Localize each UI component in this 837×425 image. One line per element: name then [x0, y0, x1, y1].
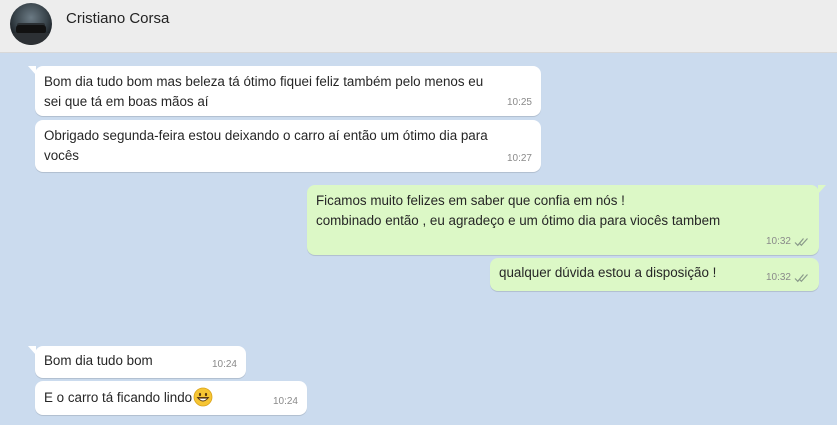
message-bubble-outgoing[interactable]: Ficamos muito felizes em saber que confi…	[307, 185, 826, 255]
message-text: Bom dia tudo bom mas beleza tá ótimo fiq…	[44, 74, 484, 109]
message-meta: 10:25	[507, 93, 532, 113]
message-time: 10:27	[506, 153, 532, 164]
chat-header: Cristiano Corsa	[0, 0, 837, 53]
message-time: 10:32	[765, 272, 791, 283]
message-meta: 10:32	[766, 232, 810, 252]
contact-avatar[interactable]	[10, 3, 52, 45]
message-text: qualquer dúvida estou a disposição !	[499, 265, 717, 280]
message-bubble-incoming[interactable]: E o carro tá ficando lindo 10:24	[35, 381, 307, 415]
message-text-content: E o carro tá ficando lindo	[44, 390, 193, 405]
double-check-icon	[794, 274, 808, 283]
message-time: 10:24	[272, 396, 298, 407]
avatar-car	[16, 25, 46, 33]
message-text: Bom dia tudo bom	[44, 353, 153, 368]
message-meta: 10:24	[273, 392, 298, 412]
message-time: 10:32	[765, 236, 791, 247]
message-text: E o carro tá ficando lindo	[44, 387, 298, 408]
grinning-face-emoji-icon	[193, 387, 213, 407]
message-bubble-outgoing[interactable]: qualquer dúvida estou a disposição ! 10:…	[490, 258, 819, 291]
message-time: 10:24	[211, 359, 237, 370]
message-text: Ficamos muito felizes em saber que confi…	[316, 193, 721, 228]
message-meta: 10:24	[212, 355, 237, 375]
double-check-icon	[794, 238, 808, 247]
message-time: 10:25	[506, 97, 532, 108]
message-bubble-incoming[interactable]: Obrigado segunda-feira estou deixando o …	[35, 120, 541, 172]
contact-name[interactable]: Cristiano Corsa	[66, 10, 169, 27]
avatar-road	[10, 33, 52, 45]
message-text: Obrigado segunda-feira estou deixando o …	[44, 128, 488, 163]
message-bubble-incoming[interactable]: Bom dia tudo bom 10:24	[28, 346, 246, 378]
message-meta: 10:27	[507, 149, 532, 169]
message-meta: 10:32	[766, 268, 810, 288]
message-bubble-incoming[interactable]: Bom dia tudo bom mas beleza tá ótimo fiq…	[28, 66, 541, 116]
